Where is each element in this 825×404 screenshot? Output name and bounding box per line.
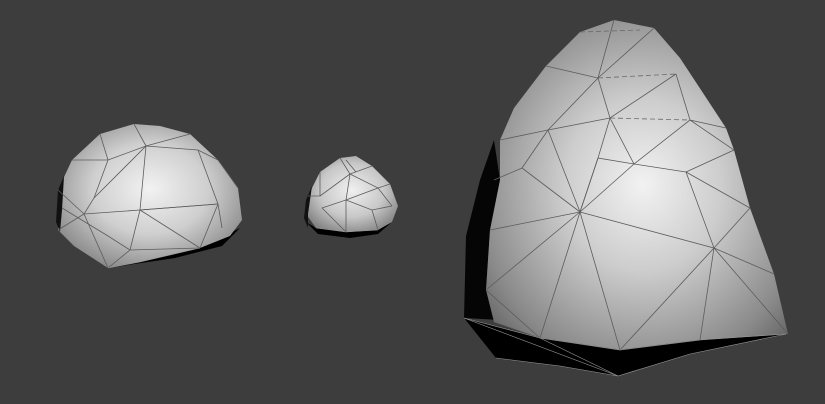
rock-tiny-center[interactable] <box>304 156 398 238</box>
3d-viewport[interactable] <box>0 0 825 404</box>
viewport-canvas[interactable] <box>0 0 825 404</box>
rock-right-body <box>486 20 788 350</box>
rock-large-right[interactable] <box>463 19 789 377</box>
rock-small-left[interactable] <box>56 123 242 269</box>
